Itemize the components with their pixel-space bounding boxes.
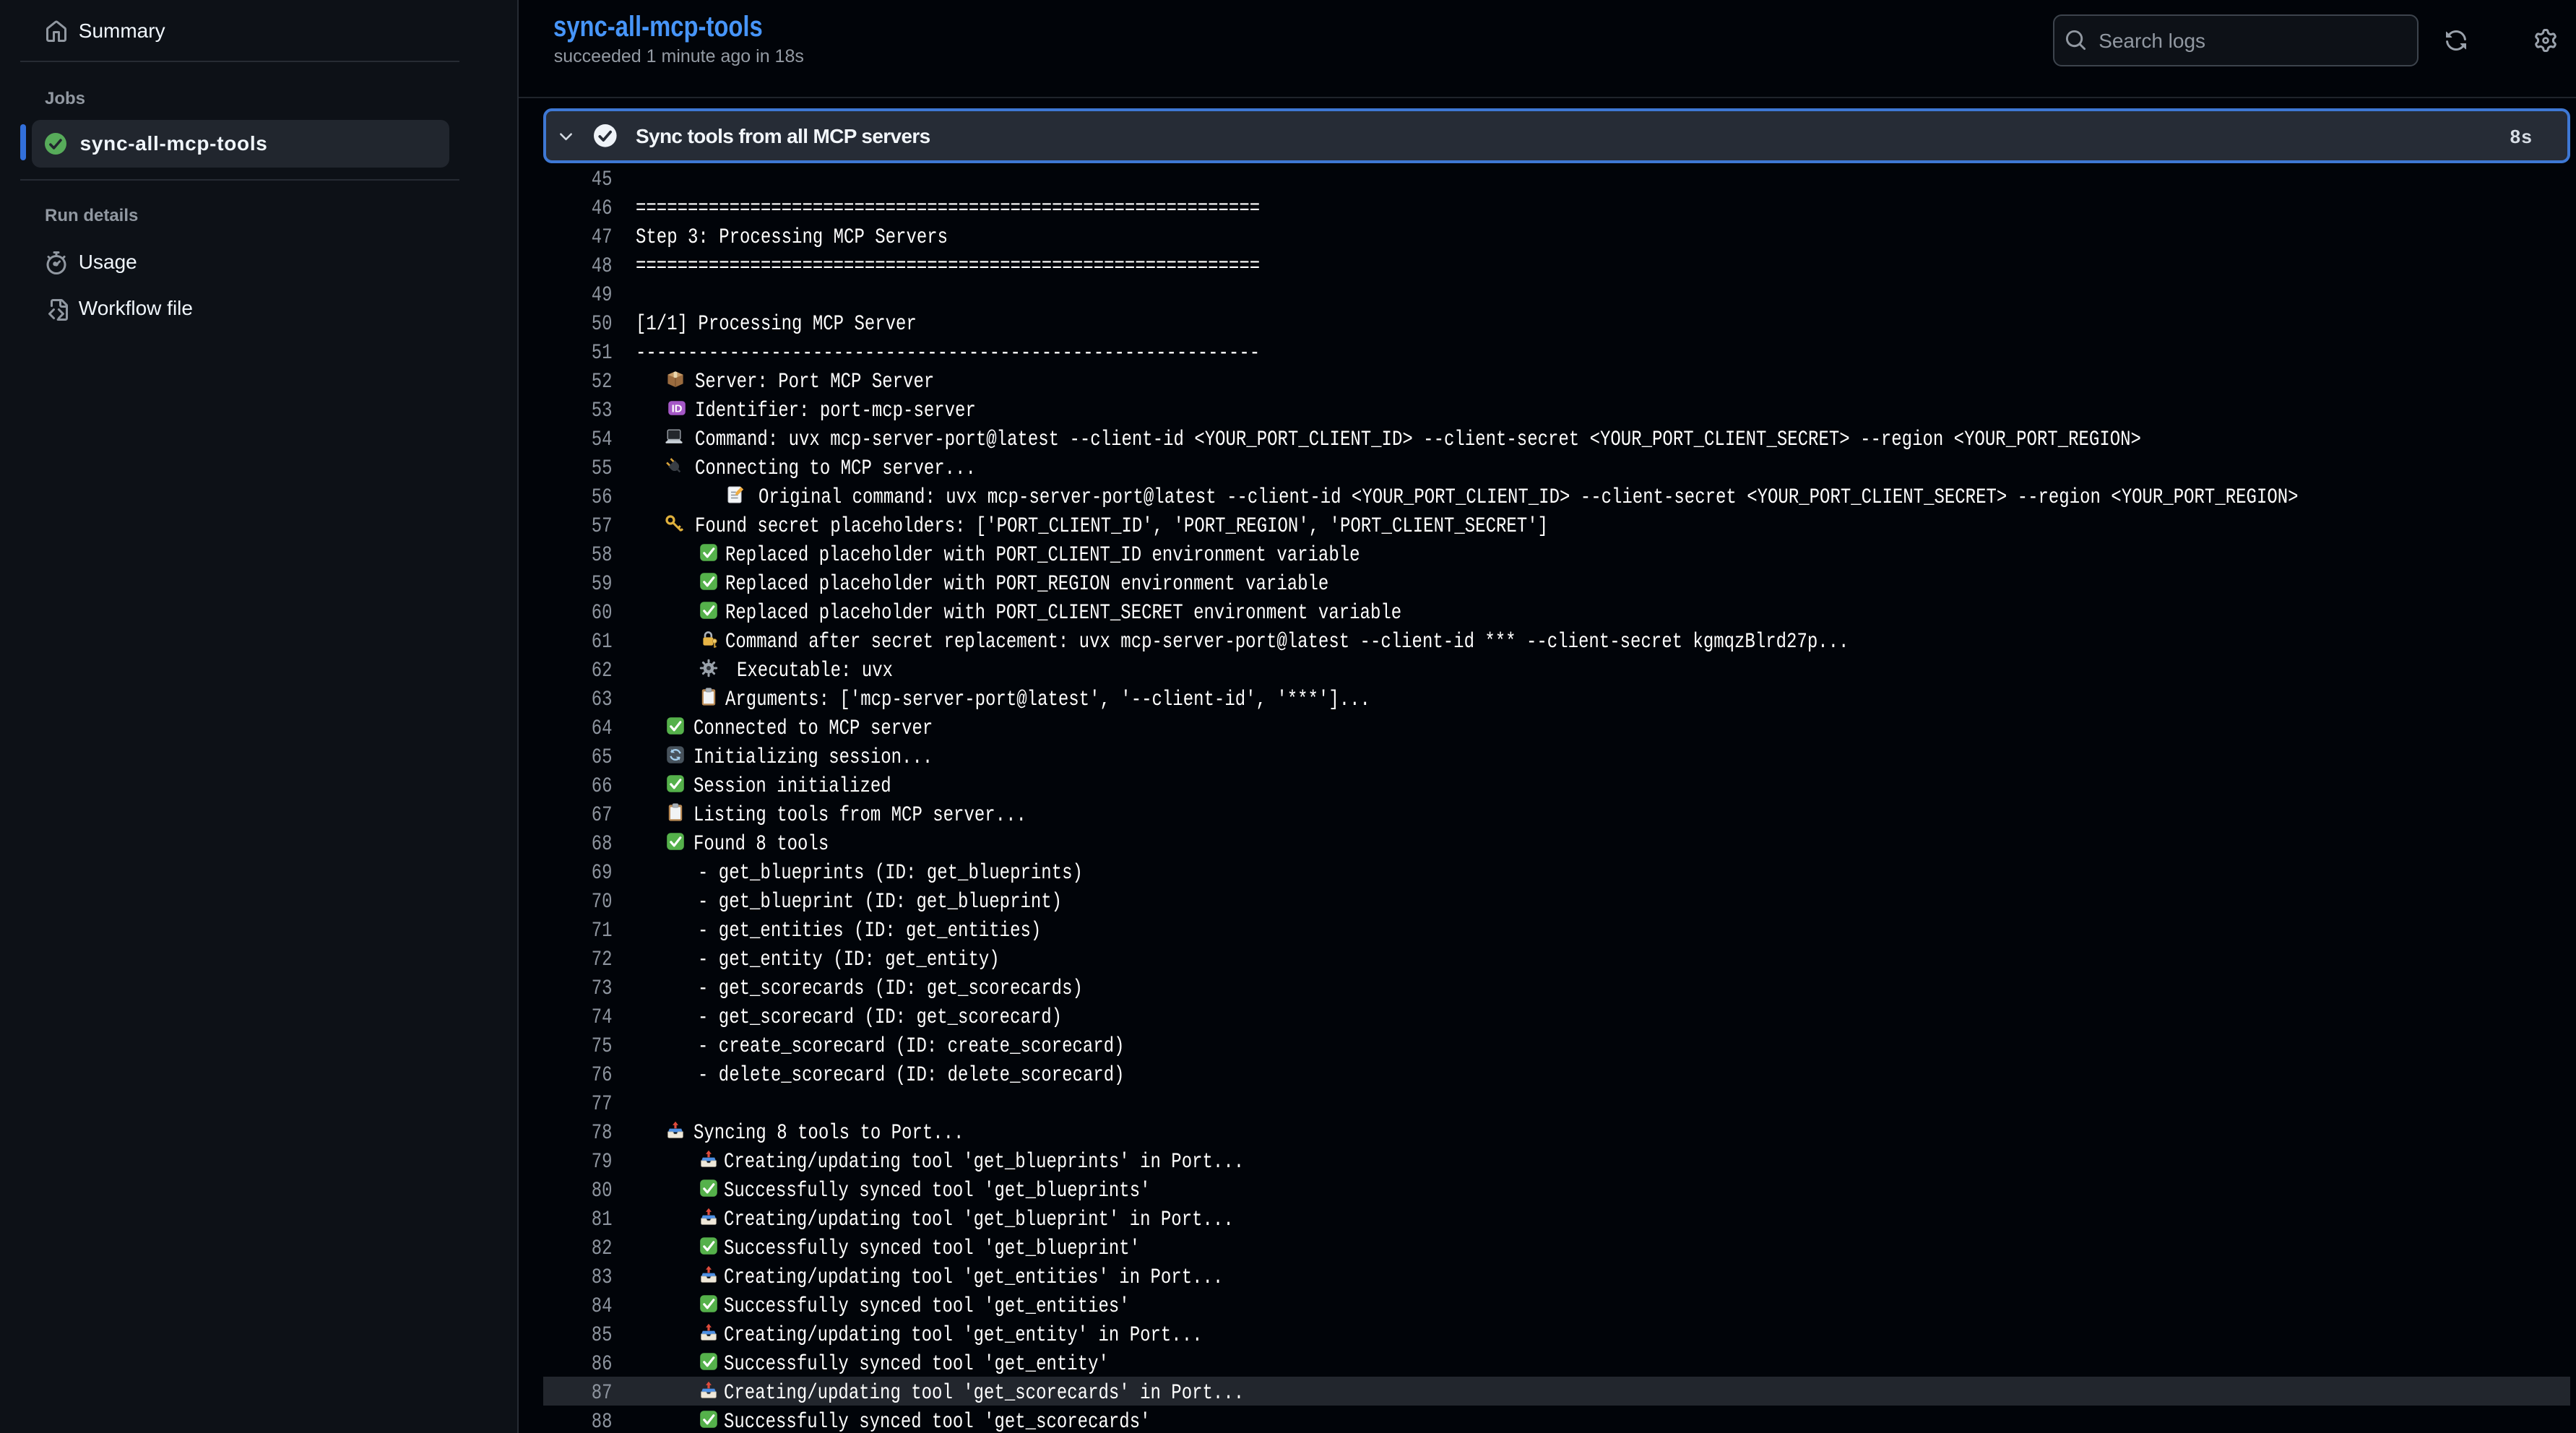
- svg-text:ID: ID: [671, 403, 682, 415]
